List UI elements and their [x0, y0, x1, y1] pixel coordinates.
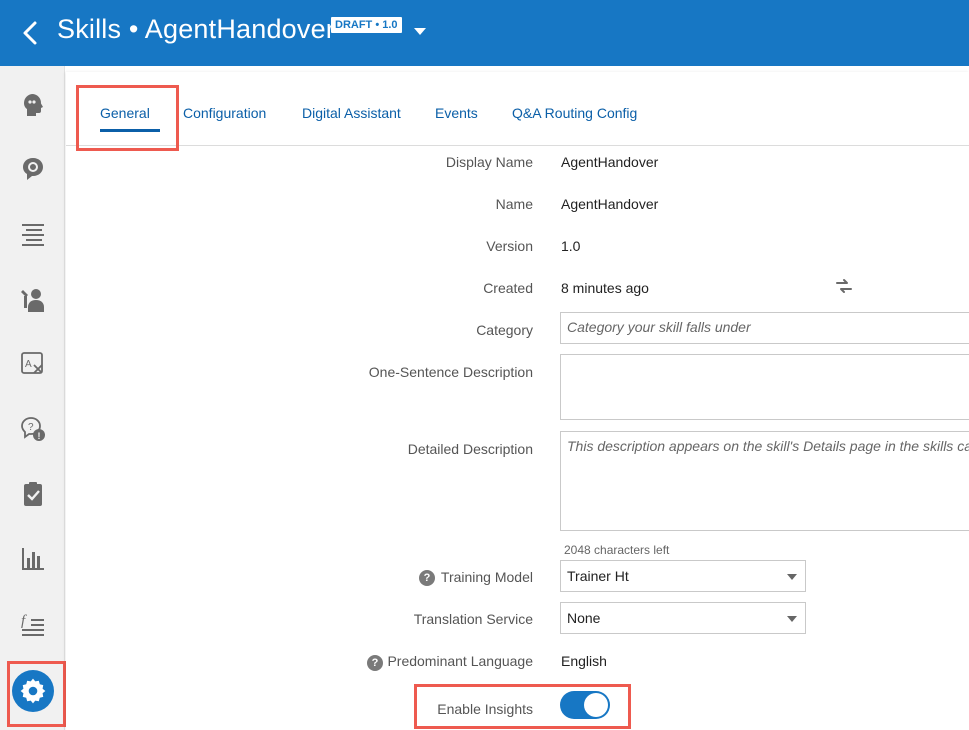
components-icon[interactable] [16, 282, 50, 316]
detailed-description-input[interactable]: This description appears on the skill's … [560, 431, 969, 531]
test-cases-icon[interactable] [16, 477, 50, 511]
created-label: Created [483, 280, 533, 296]
svg-text:f: f [21, 613, 27, 629]
intents-icon[interactable] [16, 88, 50, 122]
tab-configuration[interactable]: Configuration [183, 105, 266, 121]
tab-digital-assistant[interactable]: Digital Assistant [302, 105, 401, 121]
training-model-select[interactable]: Trainer Ht [560, 560, 806, 592]
tab-qa-routing-config[interactable]: Q&A Routing Config [512, 105, 637, 121]
quality-icon[interactable]: ?! [16, 412, 50, 446]
translation-service-select[interactable]: None [560, 602, 806, 634]
page-title: Skills • AgentHandover [57, 14, 335, 44]
tab-events[interactable]: Events [435, 105, 478, 121]
display-name-value[interactable]: AgentHandover [561, 154, 658, 170]
detailed-description-label: Detailed Description [407, 441, 533, 457]
settings-icon[interactable] [12, 670, 54, 712]
version-value: 1.0 [561, 238, 581, 254]
training-model-value: Trainer Ht [567, 568, 629, 584]
settings-panel: General Configuration Digital Assistant … [66, 72, 969, 730]
back-arrow-icon[interactable] [18, 20, 44, 46]
resource-bundles-icon[interactable]: A [16, 347, 50, 381]
translation-service-label: Translation Service [413, 611, 533, 627]
svg-text:!: ! [38, 431, 41, 441]
active-tab-indicator [100, 129, 160, 132]
category-label: Category [476, 322, 533, 338]
name-value: AgentHandover [561, 196, 659, 212]
tab-bar: General Configuration Digital Assistant … [66, 72, 969, 146]
created-value: 8 minutes ago [561, 280, 649, 296]
predominant-language-label: Predominant Language [387, 653, 533, 669]
characters-left-counter: 2048 characters left [564, 543, 670, 557]
flows-icon[interactable] [16, 217, 50, 251]
predominant-language-value: English [561, 653, 607, 669]
entities-icon[interactable] [16, 152, 50, 186]
version-dropdown-icon[interactable] [414, 28, 426, 35]
category-input[interactable]: Category your skill falls under [560, 312, 969, 344]
version-label: Version [486, 238, 533, 254]
svg-text:A: A [25, 359, 32, 370]
chevron-down-icon [787, 574, 797, 580]
variables-icon[interactable]: f [16, 607, 50, 641]
version-badge: DRAFT • 1.0 [331, 17, 402, 33]
translation-service-value: None [567, 610, 601, 626]
help-icon[interactable]: ? [419, 570, 435, 586]
chevron-down-icon [787, 616, 797, 622]
one-sentence-description-input[interactable] [560, 354, 969, 420]
toggle-knob [584, 693, 608, 717]
training-model-label: Training Model [440, 569, 533, 585]
enable-insights-label: Enable Insights [437, 701, 533, 717]
enable-insights-toggle[interactable] [560, 691, 610, 719]
insights-icon[interactable] [16, 542, 50, 576]
tab-general[interactable]: General [100, 105, 150, 121]
help-icon[interactable]: ? [367, 655, 383, 671]
swap-arrows-icon[interactable] [835, 277, 853, 295]
display-name-label: Display Name [445, 154, 533, 170]
app-header: Skills • AgentHandover DRAFT • 1.0 [0, 0, 969, 66]
svg-text:?: ? [28, 422, 34, 433]
name-label: Name [495, 196, 533, 212]
one-sentence-description-label: One-Sentence Description [368, 364, 533, 380]
left-navigation-rail: A ?! f [0, 66, 65, 730]
